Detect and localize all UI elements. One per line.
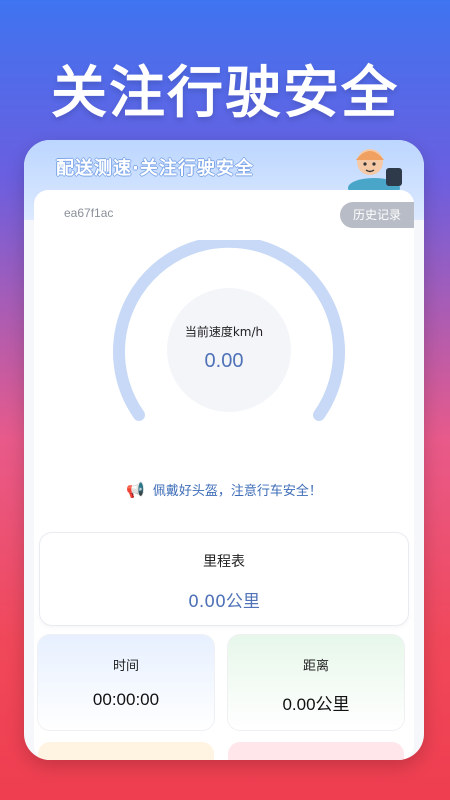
- distance-value: 0.00公里: [282, 695, 350, 714]
- odometer-value: 0.00公里: [188, 592, 260, 612]
- device-id: ea67f1ac: [64, 206, 114, 220]
- speed-gauge: [113, 240, 345, 421]
- odometer-panel: 里程表 0.00公里: [40, 533, 408, 625]
- time-value: 00:00:00: [92, 690, 160, 709]
- safety-tip-text: 佩戴好头盔，注意行车安全！: [152, 484, 322, 499]
- speed-label: 当前速度km/h: [184, 325, 264, 339]
- speed-card: ea67f1ac 历史记录 当前速度km/h 0.00 📢 佩戴好头盔，注意行车安…: [34, 190, 414, 760]
- distance-panel: 距离 0.00公里: [228, 635, 404, 730]
- time-title: 时间: [112, 659, 139, 674]
- promo-headline: 关注行驶安全: [51, 61, 399, 126]
- distance-title: 距离: [302, 659, 329, 674]
- history-button[interactable]: 历史记录: [340, 202, 414, 228]
- speed-value: 0.00: [204, 350, 244, 372]
- stat-panel-partial: [228, 742, 404, 760]
- safety-tip: 📢 佩戴好头盔，注意行车安全！: [34, 480, 414, 499]
- stat-panel-partial: [38, 742, 214, 760]
- odometer-title: 里程表: [203, 554, 245, 570]
- phone-screen: 配送测速·关注行驶安全 ea67f1ac 历史记录 当前速度km/h 0.00 …: [24, 140, 424, 760]
- time-panel: 时间 00:00:00: [38, 635, 214, 730]
- banner-slogan: 配送测速·关注行驶安全: [56, 158, 254, 179]
- megaphone-icon: 📢: [126, 481, 145, 499]
